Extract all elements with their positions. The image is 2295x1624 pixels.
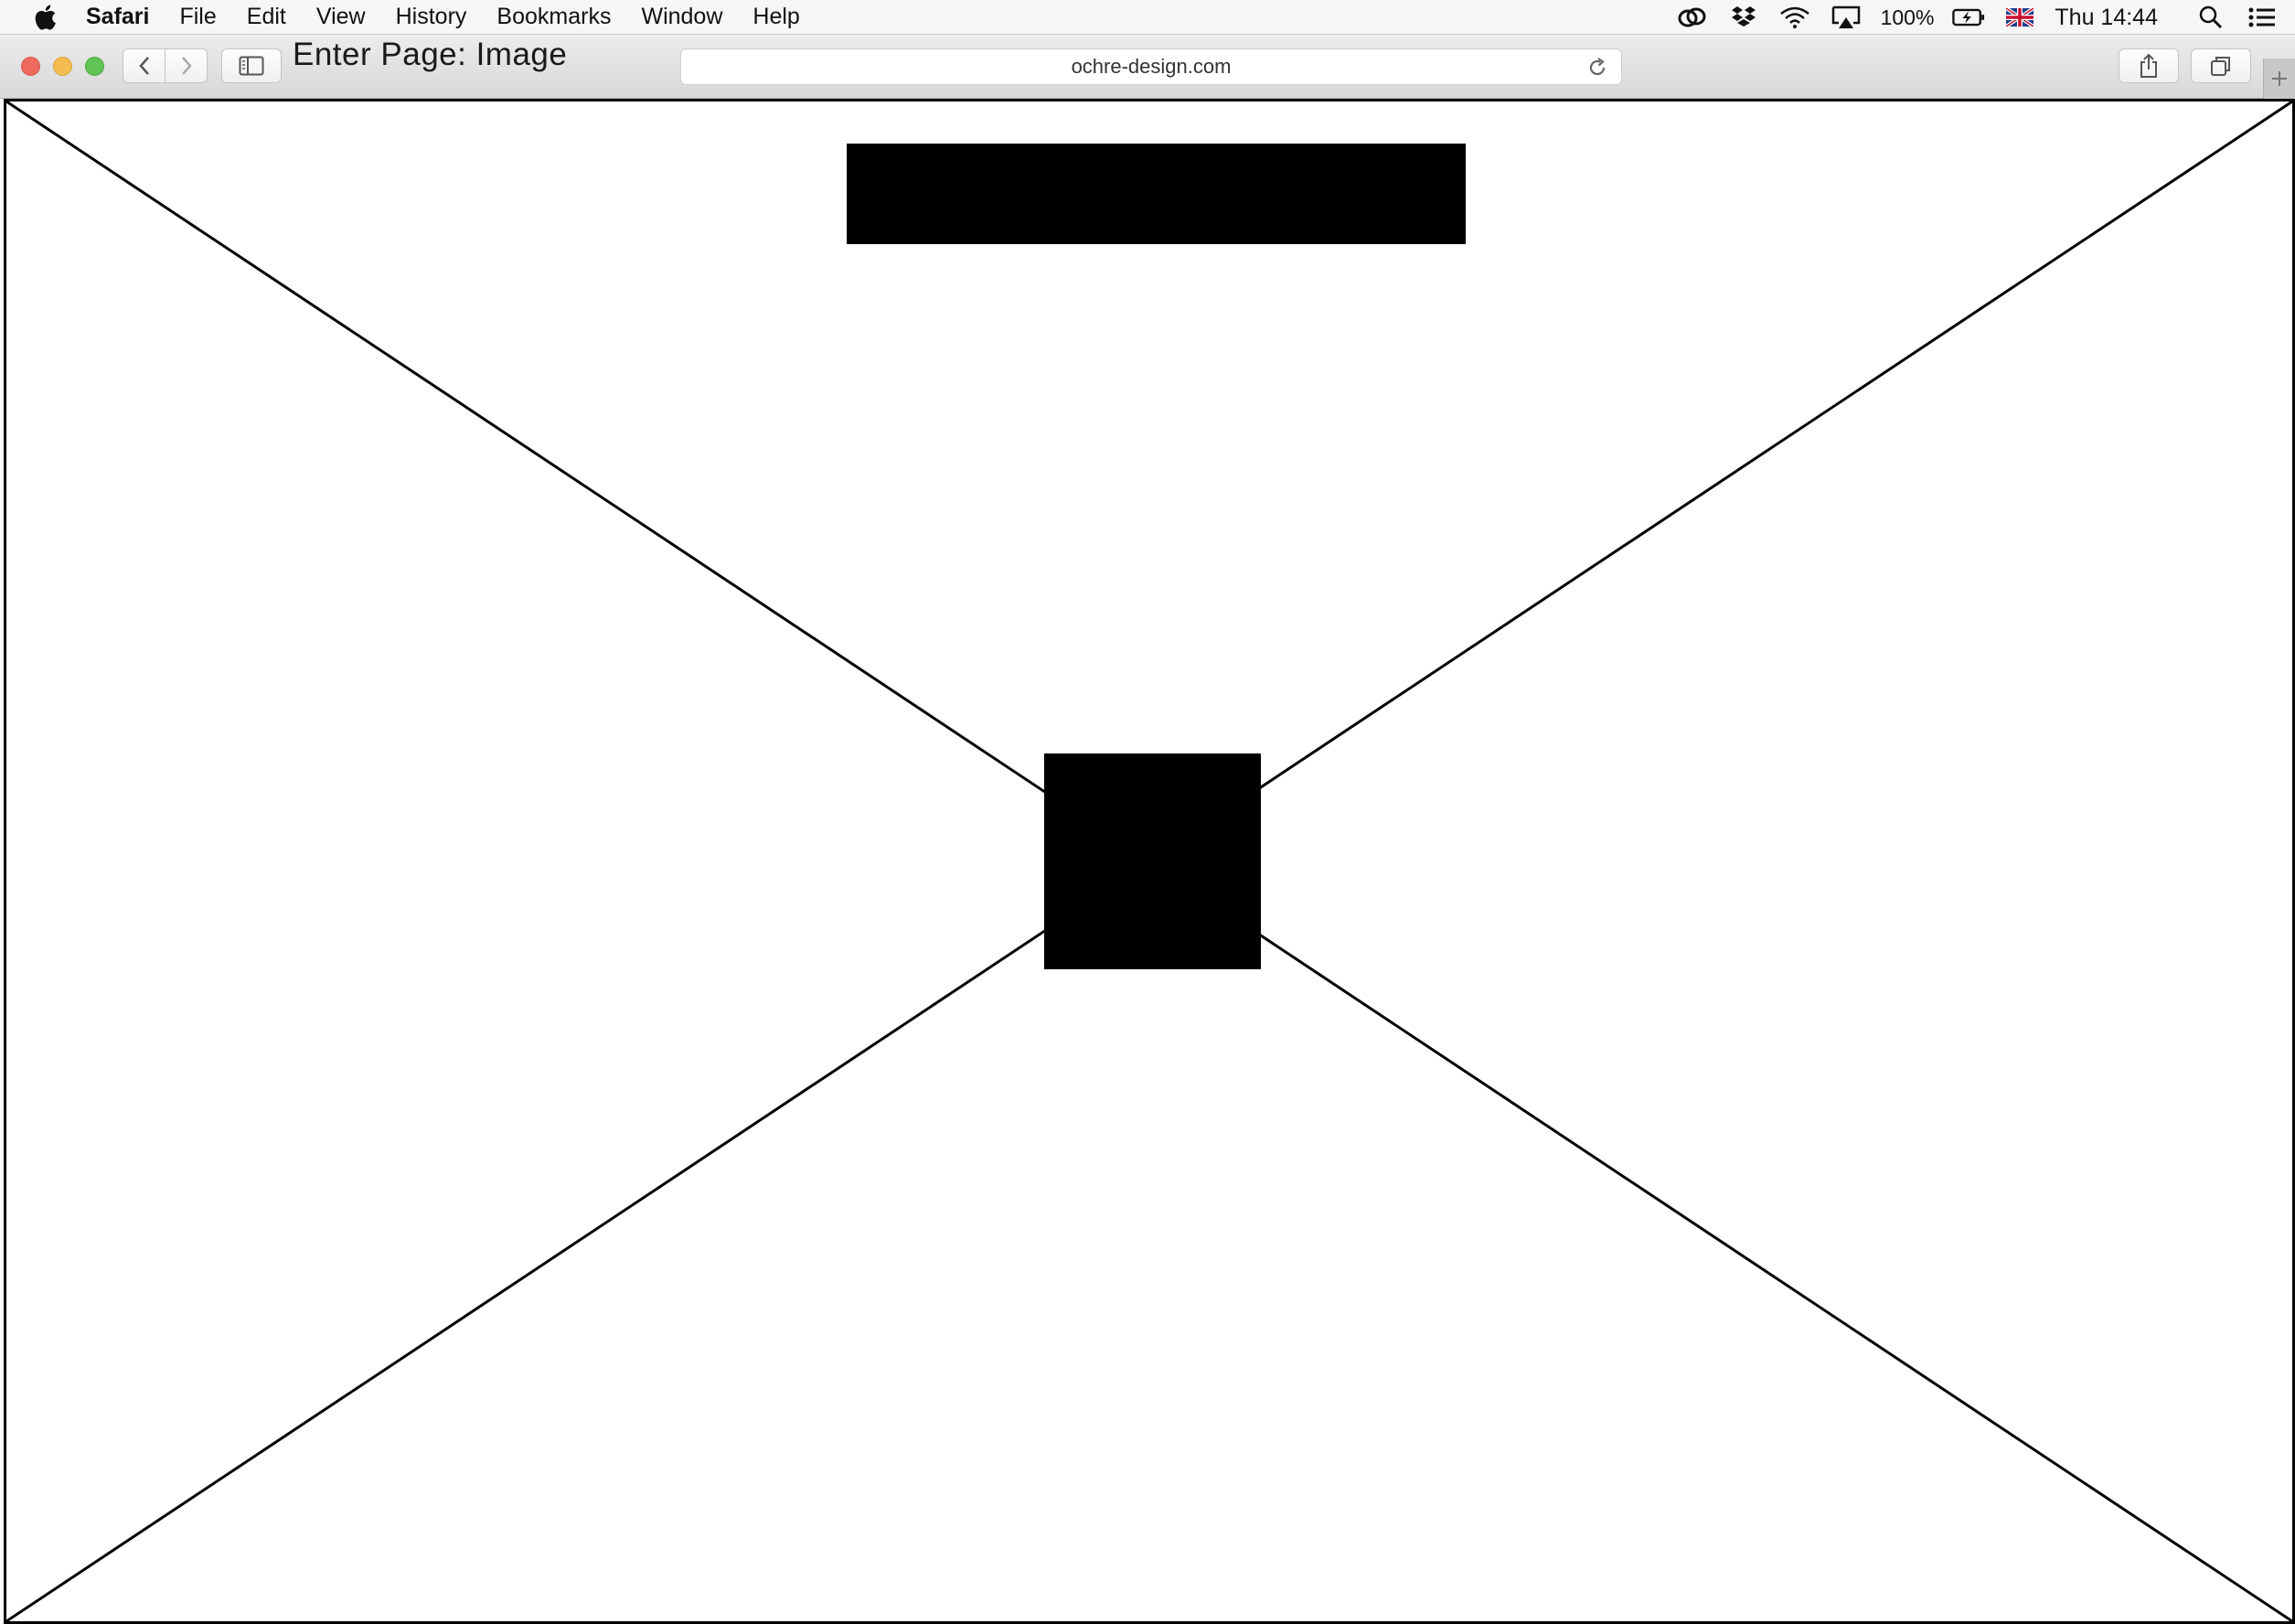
sidebar-icon — [239, 56, 264, 76]
chevron-left-icon — [138, 57, 149, 75]
wifi-icon[interactable] — [1778, 4, 1811, 31]
window-minimize-button[interactable] — [53, 57, 72, 76]
menu-app-safari[interactable]: Safari — [86, 4, 149, 30]
show-tabs-button[interactable] — [2191, 48, 2251, 83]
sidebar-toggle-button[interactable] — [221, 48, 282, 83]
back-button[interactable] — [123, 48, 165, 83]
notification-center-icon[interactable] — [2246, 4, 2279, 31]
new-tab-button[interactable] — [2263, 59, 2295, 99]
menu-edit[interactable]: Edit — [247, 4, 286, 30]
menu-window[interactable]: Window — [641, 4, 722, 30]
menu-bookmarks[interactable]: Bookmarks — [496, 4, 611, 30]
url-text[interactable]: ochre-design.com — [1072, 55, 1232, 79]
menu-bar: Safari File Edit View History Bookmarks … — [0, 0, 2295, 35]
window-close-button[interactable] — [21, 57, 40, 76]
share-icon — [2140, 53, 2157, 78]
menu-view[interactable]: View — [316, 4, 366, 30]
reload-icon[interactable] — [1586, 57, 1608, 79]
uk-flag-icon[interactable] — [2003, 4, 2036, 31]
battery-icon[interactable] — [1952, 4, 1985, 31]
chevron-right-icon — [181, 57, 192, 75]
page-title: Enter Page: Image — [293, 37, 568, 72]
menu-file[interactable]: File — [179, 4, 216, 30]
window-maximize-button[interactable] — [85, 57, 104, 76]
menu-clock[interactable]: Thu 14:44 — [2055, 5, 2158, 31]
menu-history[interactable]: History — [396, 4, 467, 30]
address-bar[interactable]: ochre-design.com — [680, 48, 1622, 85]
center-placeholder-block — [1044, 753, 1261, 969]
apple-icon[interactable] — [31, 2, 62, 33]
share-button[interactable] — [2119, 48, 2179, 83]
header-placeholder-block — [847, 144, 1466, 244]
spotlight-icon[interactable] — [2194, 4, 2227, 31]
menu-help[interactable]: Help — [753, 4, 799, 30]
forward-button[interactable] — [165, 48, 208, 83]
plus-icon — [2272, 71, 2287, 86]
image-placeholder — [4, 99, 2295, 1624]
browser-toolbar: Enter Page: Image ochre-design.com — [0, 35, 2295, 99]
tabs-overview-icon — [2211, 57, 2230, 76]
battery-percent: 100% — [1880, 5, 1935, 29]
status-area: 100% Thu 14:44 — [1676, 0, 2295, 35]
creative-cloud-icon[interactable] — [1676, 4, 1709, 31]
airplay-icon[interactable] — [1830, 4, 1863, 31]
dropbox-icon[interactable] — [1727, 4, 1760, 31]
